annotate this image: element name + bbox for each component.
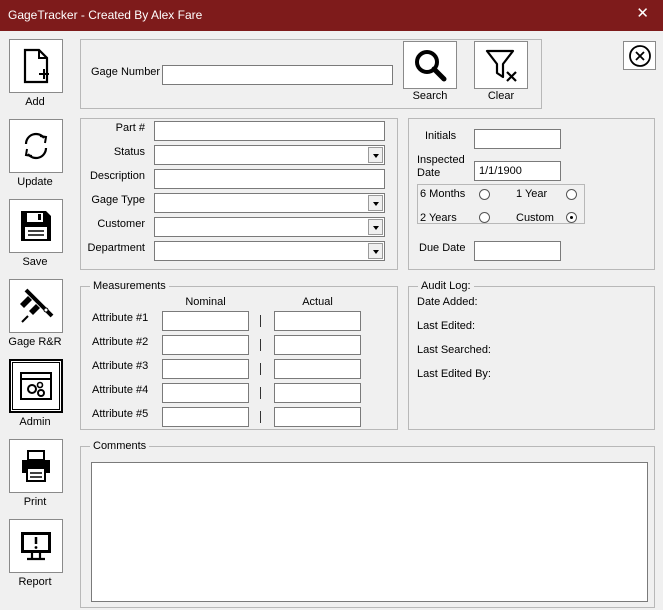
attribute-4-label: Attribute #4 — [92, 384, 149, 396]
attribute-separator — [260, 315, 261, 327]
actual-header: Actual — [302, 296, 333, 308]
gage-number-label: Gage Number — [91, 66, 161, 78]
attribute-5-nominal-input[interactable] — [162, 407, 249, 427]
freq-2-years-radio[interactable] — [479, 212, 490, 223]
attribute-5-actual-input[interactable] — [274, 407, 361, 427]
inspected-date-input[interactable] — [474, 161, 561, 181]
attribute-3-nominal-input[interactable] — [162, 359, 249, 379]
window-close-button[interactable]: ✕ — [636, 6, 649, 21]
audit-log-legend: Audit Log: — [418, 280, 474, 292]
chevron-down-icon[interactable] — [368, 243, 383, 259]
report-label: Report — [18, 576, 52, 588]
freq-1-year-radio[interactable] — [566, 189, 577, 200]
inspected-date-label-line1: Inspected — [417, 154, 465, 166]
inspected-date-label-line2: Date — [417, 167, 441, 179]
freq-6-months-label: 6 Months — [420, 188, 466, 200]
clear-button[interactable] — [474, 41, 528, 89]
status-combobox[interactable] — [154, 145, 385, 165]
admin-settings-icon — [20, 372, 52, 400]
window-title: GageTracker - Created By Alex Fare — [8, 8, 203, 22]
report-button[interactable] — [9, 519, 63, 573]
measurements-legend: Measurements — [90, 280, 169, 292]
last-edited-by-label: Last Edited By: — [417, 368, 491, 380]
add-file-icon — [23, 48, 49, 84]
gage-type-combobox[interactable] — [154, 193, 385, 213]
filter-clear-icon — [485, 49, 517, 82]
attribute-2-actual-input[interactable] — [274, 335, 361, 355]
freq-custom-radio[interactable] — [566, 212, 577, 223]
attribute-1-label: Attribute #1 — [92, 312, 149, 324]
add-button[interactable] — [9, 39, 63, 93]
customer-combobox[interactable] — [154, 217, 385, 237]
chevron-down-icon[interactable] — [368, 195, 383, 211]
gage-number-input[interactable] — [162, 65, 393, 85]
nominal-header: Nominal — [185, 296, 226, 308]
add-label: Add — [25, 96, 45, 108]
status-label: Status — [113, 146, 145, 158]
attribute-2-nominal-input[interactable] — [162, 335, 249, 355]
admin-button[interactable] — [9, 359, 63, 413]
gage-rr-label: Gage R&R — [8, 336, 62, 348]
save-button[interactable] — [9, 199, 63, 253]
attribute-2-label: Attribute #2 — [92, 336, 149, 348]
gage-type-label: Gage Type — [91, 194, 145, 206]
update-label: Update — [17, 176, 53, 188]
attribute-separator — [260, 411, 261, 423]
initials-input[interactable] — [474, 129, 561, 149]
comments-textarea[interactable] — [91, 462, 648, 602]
customer-label: Customer — [97, 218, 145, 230]
refresh-icon — [24, 132, 48, 160]
last-edited-label: Last Edited: — [417, 320, 476, 332]
admin-label: Admin — [19, 416, 51, 428]
monitor-alert-icon — [21, 532, 51, 561]
attribute-5-label: Attribute #5 — [92, 408, 149, 420]
close-circle-icon — [628, 44, 651, 67]
search-button[interactable] — [403, 41, 457, 89]
update-button[interactable] — [9, 119, 63, 173]
attribute-1-actual-input[interactable] — [274, 311, 361, 331]
freq-1-year-label: 1 Year — [516, 188, 548, 200]
print-button[interactable] — [9, 439, 63, 493]
department-label: Department — [87, 242, 145, 254]
freq-6-months-radio[interactable] — [479, 189, 490, 200]
comments-legend: Comments — [90, 440, 150, 452]
form-close-button[interactable] — [623, 41, 656, 70]
printer-icon — [22, 450, 50, 482]
print-label: Print — [23, 496, 47, 508]
attribute-separator — [260, 339, 261, 351]
date-added-label: Date Added: — [417, 296, 478, 308]
chevron-down-icon[interactable] — [368, 219, 383, 235]
save-label: Save — [22, 256, 48, 268]
attribute-separator — [260, 363, 261, 375]
chevron-down-icon[interactable] — [368, 147, 383, 163]
title-bar: GageTracker - Created By Alex Fare ✕ — [0, 0, 663, 31]
description-label: Description — [89, 170, 145, 182]
freq-custom-label: Custom — [516, 212, 554, 224]
floppy-disk-icon — [21, 211, 51, 241]
attribute-4-nominal-input[interactable] — [162, 383, 249, 403]
attribute-separator — [260, 387, 261, 399]
attribute-3-label: Attribute #3 — [92, 360, 149, 372]
attribute-4-actual-input[interactable] — [274, 383, 361, 403]
caliper-icon — [20, 288, 54, 323]
last-searched-label: Last Searched: — [417, 344, 491, 356]
due-date-input[interactable] — [474, 241, 561, 261]
attribute-3-actual-input[interactable] — [274, 359, 361, 379]
clear-button-label: Clear — [487, 90, 515, 102]
part-label: Part # — [115, 122, 145, 134]
part-input[interactable] — [154, 121, 385, 141]
department-combobox[interactable] — [154, 241, 385, 261]
initials-label: Initials — [425, 130, 457, 142]
freq-2-years-label: 2 Years — [420, 212, 457, 224]
description-input[interactable] — [154, 169, 385, 189]
search-icon — [415, 50, 447, 82]
gage-rr-button[interactable] — [9, 279, 63, 333]
due-date-label: Due Date — [419, 242, 466, 254]
search-button-label: Search — [412, 90, 448, 102]
attribute-1-nominal-input[interactable] — [162, 311, 249, 331]
